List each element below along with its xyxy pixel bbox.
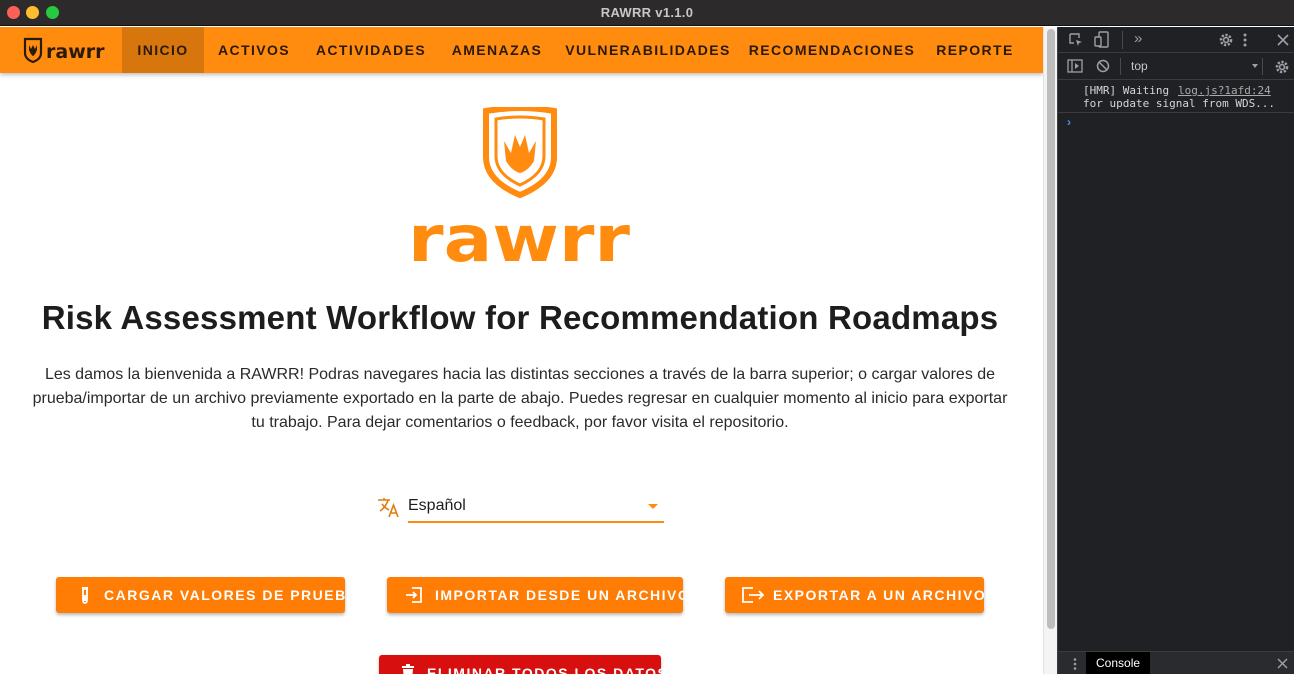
app-scrollbar[interactable] — [1043, 27, 1057, 674]
load-test-values-label: CARGAR VALORES DE PRUEBA — [104, 587, 359, 603]
delete-all-data-button[interactable]: ELIMINAR TODOS LOS DATOS — [379, 655, 667, 674]
top-navbar: rawrr INICIO ACTIVOS ACTIVIDADES AMENAZA… — [0, 27, 1043, 73]
settings-gear-icon[interactable] — [1218, 32, 1234, 48]
chevron-down-icon — [648, 504, 658, 509]
rawrr-wordmark: rawrr — [408, 207, 630, 267]
close-drawer-icon[interactable] — [1277, 658, 1288, 669]
intro-text: Les damos la bienvenida a RAWRR! Podras … — [32, 366, 1008, 431]
import-file-button[interactable]: IMPORTAR DESDE UN ARCHIVO — [387, 577, 689, 613]
inspect-element-icon[interactable] — [1068, 32, 1084, 48]
trash-icon — [402, 664, 414, 674]
clear-console-icon[interactable] — [1096, 59, 1110, 73]
app-scrollbar-thumb[interactable] — [1047, 29, 1055, 629]
svg-text:rawrr: rawrr — [46, 41, 105, 63]
log-message-line-1: [HMR] Waiting — [1083, 84, 1170, 97]
nav-tab-vulnerabilidades[interactable]: VULNERABILIDADES — [556, 27, 740, 73]
nav-tab-actividades[interactable]: ACTIVIDADES — [304, 27, 438, 73]
console-settings-gear-icon[interactable] — [1274, 59, 1290, 75]
devtools-drawer-bar: Console — [1058, 651, 1294, 674]
devtools-panel: » top [HMR] Waiting for update signal fr… — [1057, 27, 1294, 674]
test-tube-icon — [82, 587, 88, 604]
toolbar-divider — [1120, 58, 1121, 75]
context-caret-icon — [1252, 64, 1258, 68]
nav-tab-activos[interactable]: ACTIVOS — [204, 27, 304, 73]
delete-all-data-label: ELIMINAR TODOS LOS DATOS — [427, 665, 669, 674]
nav-tab-reporte[interactable]: REPORTE — [924, 27, 1026, 73]
sidebar-toggle-icon[interactable] — [1067, 59, 1083, 73]
log-source-link[interactable]: log.js?1afd:24 — [1178, 84, 1271, 97]
language-select[interactable]: Español — [408, 491, 664, 523]
export-icon — [742, 587, 765, 603]
toolbar-divider — [1262, 58, 1263, 75]
window-titlebar: RAWRR v1.1.0 — [0, 0, 1294, 26]
import-file-label: IMPORTAR DESDE UN ARCHIVO — [435, 587, 691, 603]
log-message-line-2: for update signal from WDS... — [1083, 97, 1276, 110]
svg-text:rawrr: rawrr — [408, 207, 630, 267]
more-tabs-icon[interactable]: » — [1134, 31, 1142, 47]
export-file-button[interactable]: EXPORTAR A UN ARCHIVO — [725, 577, 987, 613]
kebab-menu-icon[interactable] — [1241, 32, 1249, 48]
device-toolbar-icon[interactable] — [1094, 31, 1110, 48]
console-log-entry: [HMR] Waiting for update signal from WDS… — [1058, 81, 1294, 113]
console-toolbar: top — [1058, 53, 1294, 80]
import-icon — [406, 587, 422, 603]
export-file-label: EXPORTAR A UN ARCHIVO — [773, 587, 987, 603]
console-prompt[interactable]: › — [1067, 115, 1071, 129]
translate-icon — [378, 498, 399, 518]
close-devtools-icon[interactable] — [1277, 34, 1289, 46]
app-content: rawrr INICIO ACTIVOS ACTIVIDADES AMENAZA… — [0, 27, 1043, 674]
load-test-values-button[interactable]: CARGAR VALORES DE PRUEBA — [56, 577, 357, 613]
console-drawer-tab[interactable]: Console — [1086, 652, 1151, 674]
nav-tab-amenazas[interactable]: AMENAZAS — [438, 27, 556, 73]
drawer-menu-icon[interactable] — [1072, 657, 1078, 671]
page-title: Risk Assessment Workflow for Recommendat… — [41, 299, 999, 336]
rawrr-logo[interactable]: rawrr — [22, 36, 114, 64]
nav-tab-recomendaciones[interactable]: RECOMENDACIONES — [740, 27, 924, 73]
nav-tab-inicio[interactable]: INICIO — [122, 27, 204, 73]
rawrr-shield-icon — [483, 107, 557, 199]
context-selector[interactable]: top — [1131, 59, 1148, 73]
window-title: RAWRR v1.1.0 — [600, 5, 694, 20]
language-value: Español — [408, 497, 466, 514]
toolbar-divider — [1122, 31, 1123, 49]
devtools-toolbar: » — [1058, 27, 1294, 53]
